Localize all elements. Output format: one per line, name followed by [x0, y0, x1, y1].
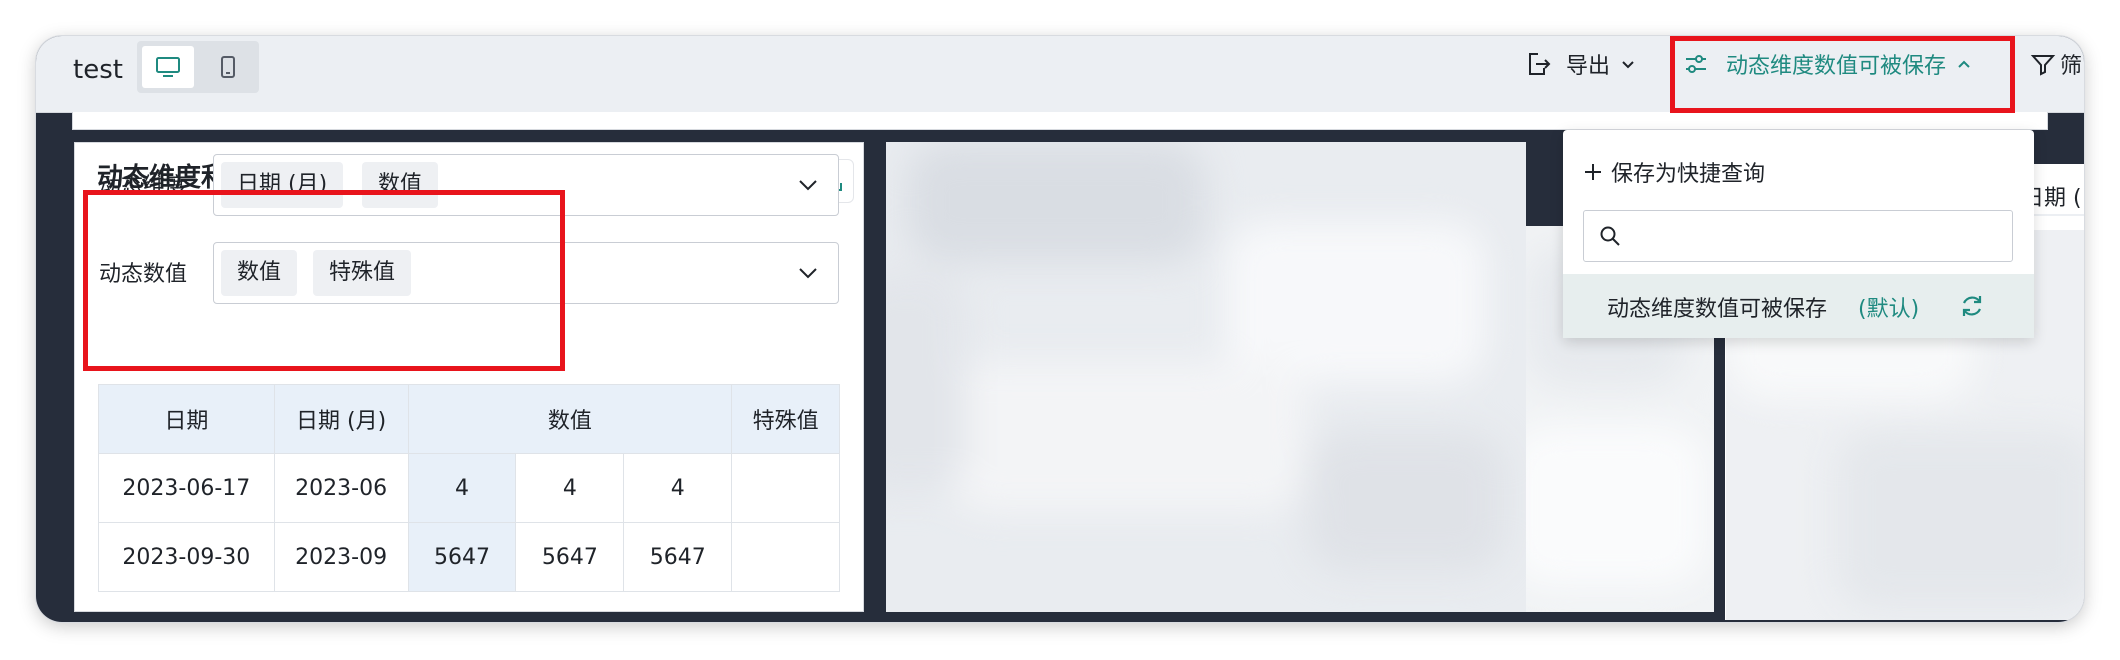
default-tag: (默认) — [1858, 297, 1920, 322]
table-header-row: 日期 日期 (月) 数值 特殊值 — [98, 384, 840, 454]
quick-query-item-label: 动态维度数值可被保存 — [1607, 297, 1828, 322]
table-cell: 5647 — [407, 522, 517, 592]
dashboard-title: test — [73, 55, 123, 85]
plus-icon — [1585, 164, 1601, 180]
desktop-view-button[interactable] — [142, 46, 194, 88]
table-cell: 2023-06 — [273, 453, 409, 523]
blurred-widget-card — [886, 142, 1526, 612]
highlight-box-quick-query — [1670, 36, 2015, 113]
quick-query-item[interactable]: 动态维度数值可被保存 (默认) — [1563, 274, 2034, 338]
table-cell: 2023-06-17 — [98, 453, 275, 523]
filter-label: 筛 — [2060, 54, 2083, 79]
table-row: 2023-09-30 2023-09 5647 5647 5647 — [98, 522, 840, 592]
table-cell — [731, 522, 840, 592]
chevron-down-icon[interactable] — [796, 173, 820, 197]
chevron-down-icon[interactable] — [796, 261, 820, 285]
table-cell: 2023-09-30 — [98, 522, 275, 592]
save-as-label: 保存为快捷查询 — [1611, 162, 1766, 187]
column-header[interactable]: 日期 — [98, 384, 275, 454]
export-icon — [1529, 53, 1551, 75]
chevron-down-icon — [1622, 61, 1634, 69]
table-cell: 5647 — [623, 522, 733, 592]
highlight-box-filters — [83, 190, 565, 371]
filter-icon — [2030, 55, 2056, 76]
export-label: 导出 — [1566, 54, 1611, 79]
column-header[interactable]: 特殊值 — [731, 384, 840, 454]
table-cell: 4 — [515, 453, 625, 523]
table-cell — [731, 453, 840, 523]
save-as-quick-query-button[interactable]: 保存为快捷查询 — [1583, 156, 1765, 188]
column-header[interactable]: 日期 (月) — [273, 384, 409, 454]
quick-query-dropdown: 保存为快捷查询 动态维度数值可被保存 (默认) — [1563, 130, 2034, 338]
table-row: 2023-06-17 2023-06 4 4 4 — [98, 453, 840, 523]
refresh-icon[interactable] — [1958, 292, 1986, 320]
filter-button[interactable]: 筛 — [2030, 40, 2082, 88]
mobile-icon — [221, 56, 235, 78]
view-toggle — [137, 41, 259, 93]
export-button[interactable]: 导出 — [1524, 40, 1636, 88]
blurred-content — [886, 142, 1526, 612]
mobile-view-button[interactable] — [202, 46, 254, 88]
table-cell: 5647 — [515, 522, 625, 592]
page-strip — [72, 112, 2048, 130]
monitor-icon — [156, 57, 180, 77]
search-icon — [1600, 226, 1620, 246]
column-header[interactable]: 数值 — [407, 384, 733, 454]
table-cell: 4 — [407, 453, 517, 523]
table-cell: 4 — [623, 453, 733, 523]
table-cell: 2023-09 — [273, 522, 409, 592]
data-table: 日期 日期 (月) 数值 特殊值 2023-06-17 2023-06 4 4 … — [98, 384, 840, 620]
quick-query-search[interactable] — [1583, 210, 2013, 262]
